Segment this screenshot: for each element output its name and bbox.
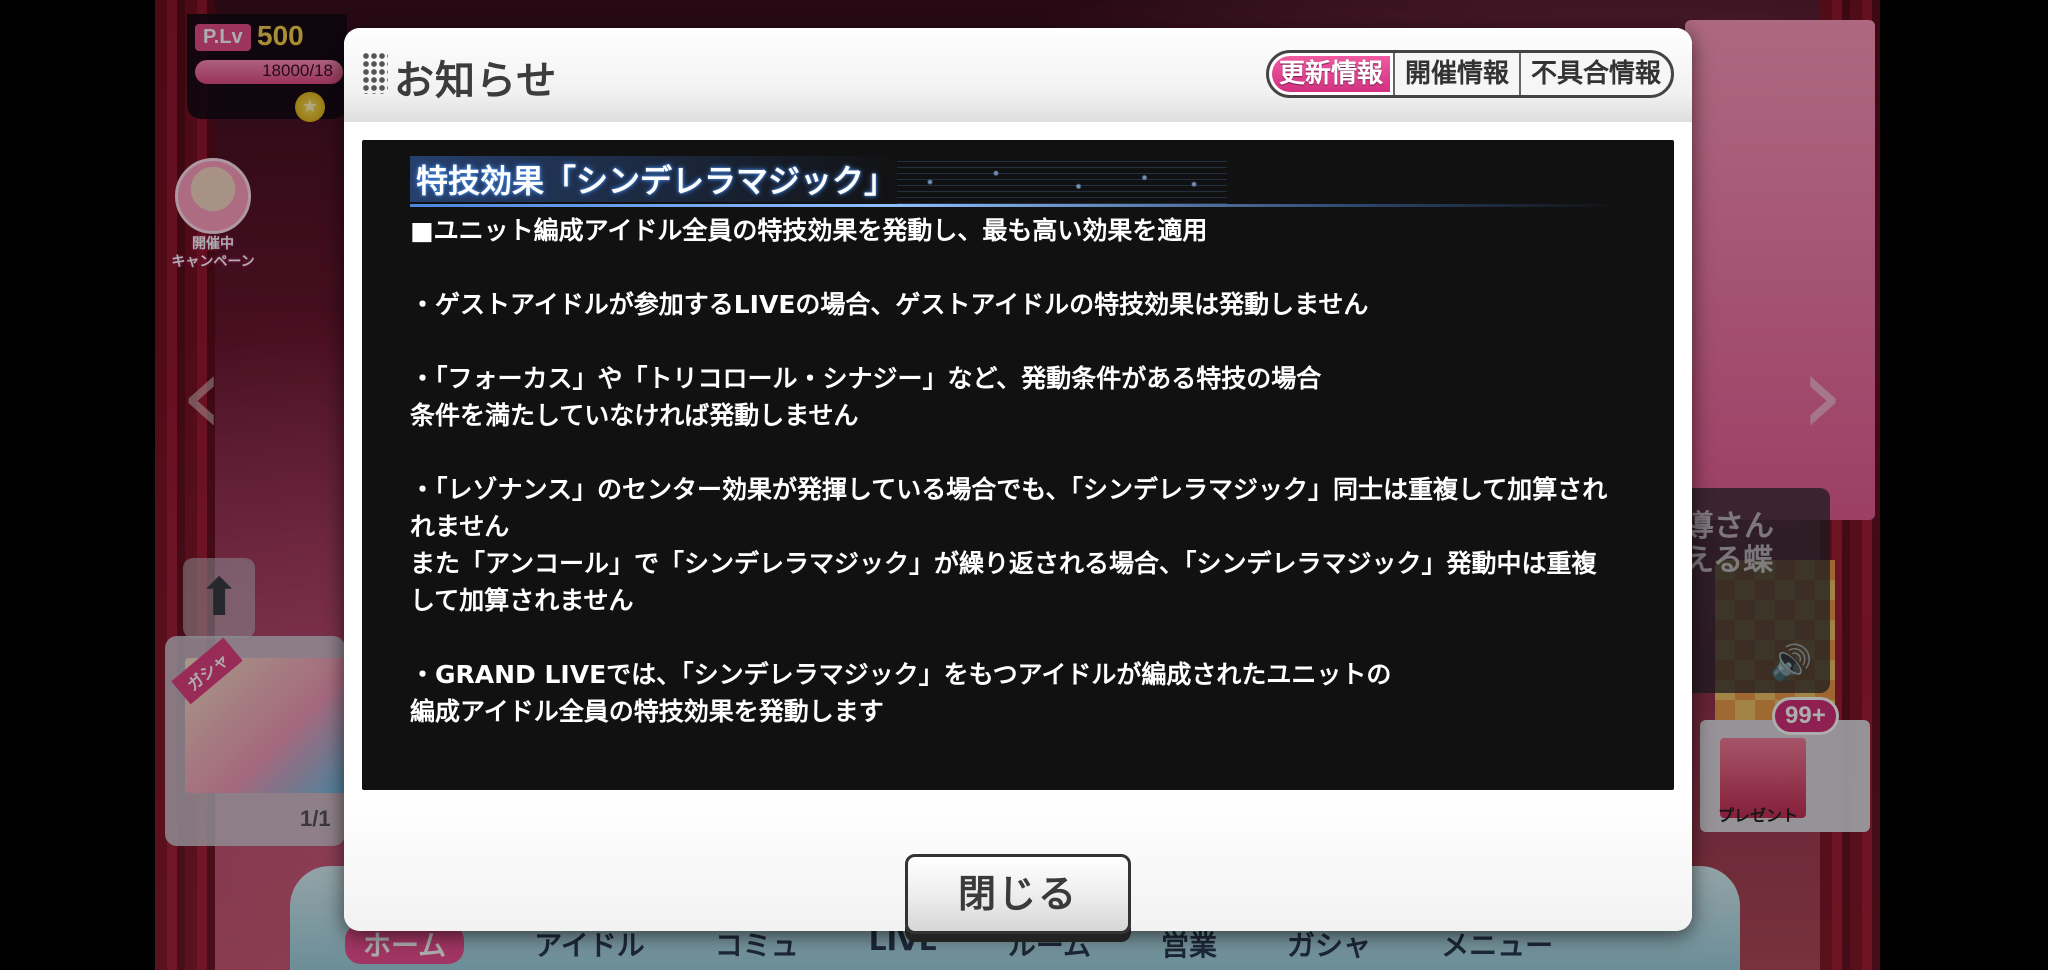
dialog-footer: 閉じる: [344, 798, 1692, 934]
body-line: れません: [410, 512, 510, 541]
body-line: [410, 619, 1660, 656]
body-line: [410, 249, 1660, 286]
title-underline: [410, 204, 1620, 207]
body-line: して加算されません: [410, 586, 634, 615]
close-button-label: 閉じる: [957, 872, 1078, 916]
body-line: 編成アイドル全員の特技効果を発動します: [410, 697, 884, 726]
grip-icon: [362, 52, 388, 94]
tab-event-info[interactable]: 開催情報: [1392, 53, 1519, 95]
body-line: ■ユニット編成アイドル全員の特技効果を発動し、最も高い効果を適用: [410, 216, 1208, 245]
body-line: ・「フォーカス」や「トリコロール・シナジー」など、発動条件がある特技の場合: [410, 364, 1322, 393]
dialog-header: お知らせ 更新情報 開催情報 不具合情報: [344, 28, 1692, 122]
body-line: [410, 323, 1660, 360]
body-line: 条件を満たしていなければ発動しません: [410, 401, 859, 430]
sparkle-decoration: [897, 160, 1227, 204]
body-line: ・「レゾナンス」のセンター効果が発揮している場合でも、「シンデレラマジック」同士…: [410, 475, 1608, 504]
notice-dialog: お知らせ 更新情報 開催情報 不具合情報 特技効果「シンデレラマジック」 ■ユニ…: [344, 28, 1692, 934]
notice-tabs: 更新情報 開催情報 不具合情報: [1265, 50, 1674, 98]
notice-body: ■ユニット編成アイドル全員の特技効果を発動し、最も高い効果を適用 ・ゲストアイド…: [410, 212, 1660, 730]
tab-bug-info[interactable]: 不具合情報: [1518, 53, 1671, 95]
body-line: ・ゲストアイドルが参加するLIVEの場合、ゲストアイドルの特技効果は発動しません: [410, 290, 1369, 319]
section-title: 特技効果「シンデレラマジック」: [410, 156, 903, 202]
body-line: [410, 434, 1660, 471]
close-button[interactable]: 閉じる: [905, 854, 1131, 934]
body-line: また「アンコール」で「シンデレラマジック」が繰り返される場合、「シンデレラマジッ…: [410, 549, 1597, 578]
notice-content[interactable]: 特技効果「シンデレラマジック」 ■ユニット編成アイドル全員の特技効果を発動し、最…: [362, 140, 1674, 790]
dialog-title: お知らせ: [394, 58, 558, 104]
tab-update-info[interactable]: 更新情報: [1268, 53, 1393, 95]
body-line: ・GRAND LIVEでは、「シンデレラマジック」をもつアイドルが編成されたユニ…: [410, 660, 1392, 689]
